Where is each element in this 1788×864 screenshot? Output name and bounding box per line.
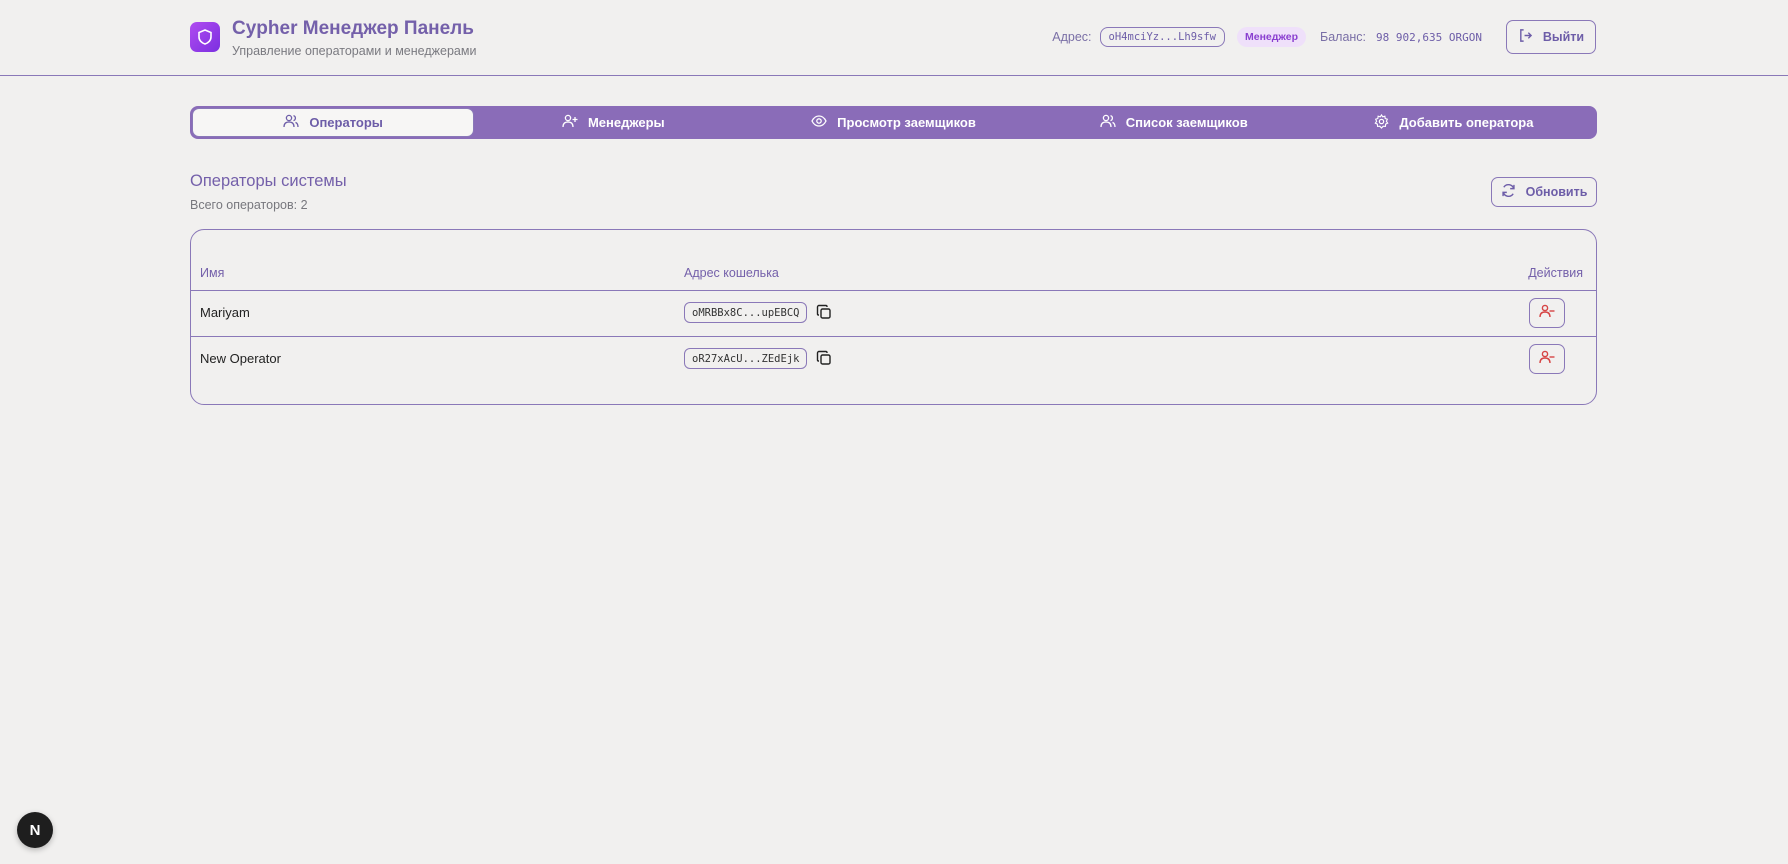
operator-name: Mariyam (200, 305, 250, 320)
operator-name: New Operator (200, 351, 281, 366)
wallet-address: oR27xAcU...ZEdEjk (684, 348, 808, 369)
tab-borrower-list[interactable]: Список заемщиков (1034, 109, 1314, 136)
main-tabs: Операторы Менеджеры Просмотр заемщиков С… (190, 106, 1597, 139)
gear-icon (1374, 113, 1389, 132)
column-name: Имя (200, 266, 225, 280)
tab-label: Список заемщиков (1125, 115, 1248, 130)
tab-label: Менеджеры (587, 115, 665, 130)
refresh-button[interactable]: Обновить (1491, 177, 1597, 207)
wallet-address: oMRBBx8C...upEBCQ (684, 302, 808, 323)
logout-icon (1518, 28, 1533, 46)
tab-label: Добавить оператора (1399, 115, 1534, 130)
user-minus-icon (1539, 304, 1555, 323)
logout-label: Выйти (1542, 30, 1585, 44)
users-icon (1100, 114, 1116, 131)
table-row: New Operator oR27xAcU...ZEdEjk (191, 337, 1596, 383)
tab-label: Просмотр заемщиков (837, 115, 976, 130)
logout-button[interactable]: Выйти (1506, 20, 1596, 54)
tab-operators[interactable]: Операторы (193, 109, 474, 136)
remove-operator-button[interactable] (1529, 344, 1565, 374)
section-title: Операторы системы (190, 172, 347, 190)
balance-value: 98 902,635 ORGON (1376, 30, 1482, 44)
column-actions: Действия (1528, 266, 1583, 280)
user-minus-icon (1539, 350, 1555, 369)
copy-icon[interactable] (816, 350, 832, 366)
operators-count: Всего операторов: 2 (190, 198, 308, 212)
role-badge: Менеджер (1237, 27, 1306, 47)
shield-icon (190, 22, 220, 52)
remove-operator-button[interactable] (1529, 298, 1565, 328)
balance-label: Баланс: (1320, 30, 1367, 44)
tab-view-borrowers[interactable]: Просмотр заемщиков (753, 109, 1033, 136)
account-info: Адрес: oH4mciYz...Lh9sfw Менеджер Баланс… (1052, 20, 1596, 54)
refresh-label: Обновить (1525, 185, 1588, 199)
tab-label: Операторы (309, 115, 383, 130)
brand: Cypher Менеджер Панель Управление операт… (190, 18, 476, 58)
table-row: Mariyam oMRBBx8C...upEBCQ (191, 291, 1596, 337)
user-plus-icon (562, 114, 578, 131)
address-pill: oH4mciYz...Lh9sfw (1099, 27, 1225, 47)
copy-icon[interactable] (816, 304, 832, 320)
table-header: Имя Адрес кошелька Действия (191, 230, 1596, 291)
users-icon (283, 114, 299, 131)
tab-add-operator[interactable]: Добавить оператора (1314, 109, 1594, 136)
app-title: Cypher Менеджер Панель (232, 18, 474, 39)
operators-table: Имя Адрес кошелька Действия Mariyam oMRB… (190, 229, 1597, 405)
floating-n-badge[interactable]: N (17, 812, 53, 848)
eye-icon (811, 115, 827, 130)
column-wallet: Адрес кошелька (684, 266, 779, 280)
app-subtitle: Управление операторами и менеджерами (232, 44, 477, 58)
app-header: Cypher Менеджер Панель Управление операт… (0, 0, 1788, 76)
address-label: Адрес: (1052, 30, 1092, 44)
tab-managers[interactable]: Менеджеры (473, 109, 753, 136)
refresh-icon (1501, 183, 1516, 201)
